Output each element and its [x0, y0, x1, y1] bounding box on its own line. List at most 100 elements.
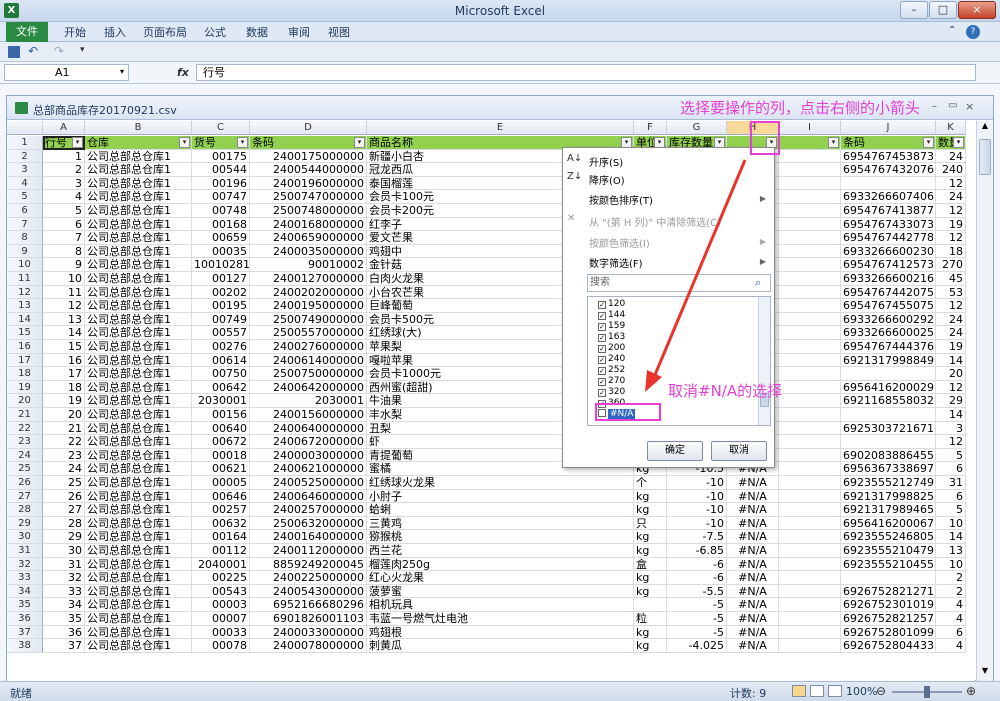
grid-cell[interactable]: 2030001 — [192, 394, 250, 408]
grid-cell[interactable]: 公司总部总仓库1 — [85, 176, 192, 191]
grid-cell[interactable]: 10 — [936, 557, 966, 572]
grid-cell[interactable] — [779, 367, 841, 381]
grid-cell[interactable]: #N/A — [727, 625, 779, 640]
sort-ascending-item[interactable]: 升序(S) — [589, 154, 623, 169]
row-header[interactable]: 5 — [7, 190, 43, 204]
ribbon-collapse-icon[interactable]: ⌃ — [948, 25, 962, 39]
grid-cell[interactable]: 4 — [936, 598, 966, 612]
grid-cell[interactable]: 公司总部总仓库1 — [85, 530, 192, 544]
grid-cell[interactable] — [779, 639, 841, 653]
grid-cell[interactable]: 23 — [43, 448, 85, 463]
grid-cell[interactable]: 鸡翅根 — [367, 625, 634, 640]
grid-cell[interactable]: 5 — [936, 503, 966, 517]
checkbox-icon[interactable]: ✓ — [598, 367, 606, 375]
grid-cell[interactable]: -5 — [667, 598, 727, 612]
grid-cell[interactable]: 6954767442778 — [841, 231, 936, 245]
grid-cell[interactable]: 6 — [936, 462, 966, 476]
row-header[interactable]: 26 — [7, 476, 43, 490]
grid-cell[interactable]: -6 — [667, 557, 727, 572]
grid-cell[interactable] — [779, 625, 841, 640]
grid-cell[interactable]: 10 — [936, 516, 966, 531]
grid-cell[interactable]: 12 — [936, 231, 966, 245]
grid-cell[interactable]: 00632 — [192, 516, 250, 531]
grid-cell[interactable]: 30 — [43, 544, 85, 558]
grid-cell[interactable]: 6926752821271 — [841, 584, 936, 599]
grid-cell[interactable]: 2500632000000 — [250, 516, 367, 531]
grid-cell[interactable]: 公司总部总仓库1 — [85, 326, 192, 340]
grid-cell[interactable]: -6 — [667, 571, 727, 585]
row-header[interactable]: 25 — [7, 462, 43, 476]
grid-cell[interactable]: 2400525000000 — [250, 476, 367, 490]
grid-cell[interactable] — [779, 435, 841, 449]
grid-cell[interactable]: 34 — [43, 598, 85, 612]
grid-cell[interactable]: 2400127000000 — [250, 272, 367, 286]
grid-cell[interactable]: kg — [634, 503, 667, 517]
grid-cell[interactable]: 00202 — [192, 285, 250, 300]
grid-cell[interactable]: 公司总部总仓库1 — [85, 489, 192, 504]
grid-cell[interactable]: 13 — [43, 312, 85, 327]
row-header[interactable]: 19 — [7, 380, 43, 395]
grid-cell[interactable]: 2400659000000 — [250, 231, 367, 245]
grid-cell[interactable] — [779, 190, 841, 204]
filter-search-input[interactable]: 搜索 — [587, 274, 771, 292]
grid-cell[interactable]: #N/A — [727, 503, 779, 517]
checkbox-icon[interactable]: ✓ — [598, 301, 606, 309]
grid-cell[interactable]: 2400646000000 — [250, 489, 367, 504]
checkbox-icon[interactable]: ✓ — [598, 378, 606, 386]
grid-cell[interactable]: 00196 — [192, 176, 250, 191]
grid-cell[interactable]: 10010281 — [192, 258, 250, 272]
grid-cell[interactable]: 公司总部总仓库1 — [85, 584, 192, 599]
grid-cell[interactable] — [779, 394, 841, 408]
grid-cell[interactable]: kg — [634, 639, 667, 653]
grid-cell[interactable]: 公司总部总仓库1 — [85, 190, 192, 204]
grid-cell[interactable]: 三黄鸡 — [367, 516, 634, 531]
maximize-button[interactable]: □ — [929, 1, 957, 19]
grid-cell[interactable]: 00747 — [192, 190, 250, 204]
grid-cell[interactable]: 6925303721671 — [841, 421, 936, 436]
grid-cell[interactable]: 盒 — [634, 557, 667, 572]
tab-formulas[interactable]: 公式 — [198, 24, 232, 42]
grid-cell[interactable]: 00672 — [192, 435, 250, 449]
filter-arrow-icon[interactable]: ▾ — [179, 137, 190, 148]
header-cell[interactable]: 条码 ▾ — [841, 136, 936, 150]
grid-cell[interactable] — [841, 435, 936, 449]
grid-cell[interactable]: 公司总部总仓库1 — [85, 353, 192, 368]
column-header[interactable]: E — [367, 121, 634, 135]
grid-cell[interactable]: 00195 — [192, 299, 250, 313]
row-header[interactable]: 31 — [7, 544, 43, 558]
grid-cell[interactable]: #N/A — [727, 584, 779, 599]
grid-cell[interactable]: kg — [634, 584, 667, 599]
grid-cell[interactable]: 00749 — [192, 312, 250, 327]
grid-cell[interactable]: 27 — [43, 503, 85, 517]
grid-cell[interactable]: 24 — [43, 462, 85, 476]
grid-cell[interactable]: 公司总部总仓库1 — [85, 421, 192, 436]
number-filter-item[interactable]: 数字筛选(F) — [589, 255, 643, 270]
grid-cell[interactable]: 公司总部总仓库1 — [85, 204, 192, 218]
grid-cell[interactable]: 6 — [936, 625, 966, 640]
grid-cell[interactable]: 6923555210455 — [841, 557, 936, 572]
filter-value-item[interactable]: ✓ 144 — [598, 310, 625, 321]
grid-cell[interactable]: 00078 — [192, 639, 250, 653]
grid-cell[interactable]: 19 — [936, 340, 966, 354]
tab-home[interactable]: 开始 — [58, 24, 92, 42]
grid-cell[interactable]: 公司总部总仓库1 — [85, 598, 192, 612]
grid-cell[interactable]: 2400672000000 — [250, 435, 367, 449]
grid-cell[interactable] — [779, 326, 841, 340]
column-header[interactable]: K — [936, 121, 966, 135]
grid-cell[interactable] — [779, 598, 841, 612]
grid-cell[interactable]: 32 — [43, 571, 85, 585]
row-header[interactable]: 10 — [7, 258, 43, 272]
grid-cell[interactable]: 9 — [43, 258, 85, 272]
grid-cell[interactable]: -6.85 — [667, 544, 727, 558]
filter-value-item[interactable]: ✓ 320 — [598, 387, 625, 398]
grid-cell[interactable]: 2400202000000 — [250, 285, 367, 300]
grid-cell[interactable]: 12 — [936, 176, 966, 191]
grid-cell[interactable] — [779, 204, 841, 218]
tab-file[interactable]: 文件 — [6, 22, 48, 42]
grid-cell[interactable]: 6902083886455 — [841, 448, 936, 463]
grid-cell[interactable]: 4 — [936, 639, 966, 653]
grid-cell[interactable]: 00640 — [192, 421, 250, 436]
grid-cell[interactable]: -4.025 — [667, 639, 727, 653]
grid-cell[interactable]: 6933266607406 — [841, 190, 936, 204]
grid-cell[interactable]: 00750 — [192, 367, 250, 381]
